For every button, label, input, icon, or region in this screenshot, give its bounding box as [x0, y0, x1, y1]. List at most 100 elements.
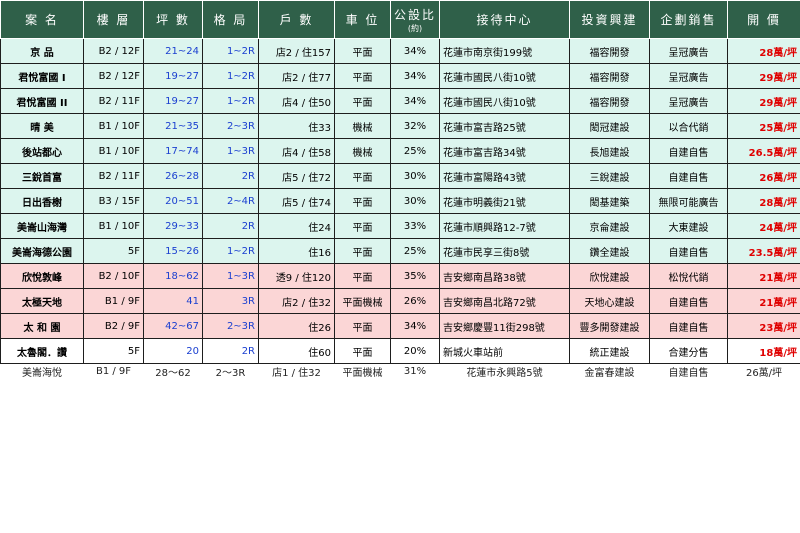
- cell-price: 26.5萬/坪: [727, 138, 800, 164]
- cell-area: 20~51: [143, 188, 203, 214]
- cell-sales: 松悅代銷: [649, 263, 728, 289]
- table-row: 太 和 園 B2 / 9F 42~67 2~3R 住26 平面 34% 吉安鄉慶豐11街298…: [0, 313, 800, 339]
- cell-area: 19~27: [143, 88, 203, 114]
- cell-floor: B3 / 15F: [83, 188, 144, 214]
- cell-ratio: 20%: [390, 338, 440, 364]
- cell-layout: 1~2R: [202, 63, 259, 89]
- cell-area: 41: [143, 288, 203, 314]
- footer-sales: 自建自售: [649, 363, 728, 379]
- cell-builder: 長旭建設: [569, 138, 650, 164]
- cell-ratio: 30%: [390, 188, 440, 214]
- cell-name: 太 和 園: [0, 313, 84, 339]
- cell-sales: 自建自售: [649, 138, 728, 164]
- cell-sales: 大東建設: [649, 213, 728, 239]
- cell-layout: 2~4R: [202, 188, 259, 214]
- cell-floor: B1 / 10F: [83, 113, 144, 139]
- cell-units: 住33: [258, 113, 335, 139]
- cell-name: 美崙海德公園: [0, 238, 84, 264]
- cell-builder: 欣悅建設: [569, 263, 650, 289]
- footer-floor: B1 / 9F: [83, 363, 144, 379]
- cell-builder: 京侖建設: [569, 213, 650, 239]
- cell-name: 後站都心: [0, 138, 84, 164]
- cell-name: 三銳首富: [0, 163, 84, 189]
- footer-price: 26萬/坪: [727, 363, 800, 379]
- table-row: 欣悅敦峰 B2 / 10F 18~62 1~3R 透9 / 住120 平面 35% 吉安鄉南昌…: [0, 263, 800, 289]
- header-price: 開 價: [727, 0, 800, 39]
- cell-parking: 平面: [334, 63, 391, 89]
- cell-name: 京 品: [0, 38, 84, 64]
- cell-sales: 無限可能廣告: [649, 188, 728, 214]
- cell-parking: 平面: [334, 263, 391, 289]
- cell-area: 18~62: [143, 263, 203, 289]
- header-name: 案 名: [0, 0, 84, 39]
- cell-address: 花蓮市民享三街8號: [439, 238, 570, 264]
- cell-address: 花蓮市國民八街10號: [439, 88, 570, 114]
- table-row: 太極天地 B1 / 9F 41 3R 店2 / 住32 平面機械 26% 吉安鄉南昌北路72號…: [0, 288, 800, 314]
- header-floor: 樓 層: [83, 0, 144, 39]
- table-row: 後站都心 B1 / 10F 17~74 1~3R 店4 / 住58 機械 25% 花蓮市富吉路…: [0, 138, 800, 164]
- footer-area: 28～62: [143, 363, 203, 379]
- cell-sales: 自建自售: [649, 288, 728, 314]
- cell-floor: B2 / 11F: [83, 88, 144, 114]
- footer-units: 店1 / 住32: [258, 363, 335, 379]
- cell-floor: B2 / 12F: [83, 63, 144, 89]
- header-row: 案 名 樓 層 坪 數 格 局 戶 數 車 位 公設比 (約) 接待中心 投資興建…: [0, 0, 800, 39]
- cell-price: 28萬/坪: [727, 188, 800, 214]
- cell-ratio: 35%: [390, 263, 440, 289]
- cell-builder: 天地心建設: [569, 288, 650, 314]
- cell-ratio: 33%: [390, 213, 440, 239]
- cell-name: 欣悅敦峰: [0, 263, 84, 289]
- cell-price: 29萬/坪: [727, 88, 800, 114]
- cell-price: 23.5萬/坪: [727, 238, 800, 264]
- cell-ratio: 34%: [390, 313, 440, 339]
- cell-parking: 平面: [334, 238, 391, 264]
- cell-floor: B2 / 10F: [83, 263, 144, 289]
- header-ratio-label: 公設比: [393, 7, 436, 22]
- cell-floor: 5F: [83, 338, 144, 364]
- footer-row: 美崙海悅 B1 / 9F 28～62 2～3R 店1 / 住32 平面機械 31…: [0, 363, 800, 379]
- cell-layout: 3R: [202, 288, 259, 314]
- cell-sales: 以合代銷: [649, 113, 728, 139]
- header-ratio-sub: (約): [407, 23, 423, 33]
- cell-units: 店4 / 住58: [258, 138, 335, 164]
- cell-units: 住60: [258, 338, 335, 364]
- table-row: 三銳首富 B2 / 11F 26~28 2R 店5 / 住72 平面 30% 花蓮市富陽路43…: [0, 163, 800, 189]
- cell-layout: 1~3R: [202, 263, 259, 289]
- cell-units: 住16: [258, 238, 335, 264]
- footer-center: 花蓮市永興路5號: [439, 363, 570, 379]
- cell-builder: 福容開發: [569, 88, 650, 114]
- cell-price: 25萬/坪: [727, 113, 800, 139]
- cell-area: 42~67: [143, 313, 203, 339]
- footer-layout: 2～3R: [202, 363, 259, 379]
- cell-floor: B2 / 9F: [83, 313, 144, 339]
- table-row: 太魯閣．讚 5F 20 2R 住60 平面 20% 新城火車站前 統正建設 合建分售 18萬/坪: [0, 338, 800, 364]
- cell-ratio: 25%: [390, 138, 440, 164]
- cell-floor: B1 / 9F: [83, 288, 144, 314]
- cell-address: 吉安鄉南昌北路72號: [439, 288, 570, 314]
- cell-layout: 2R: [202, 213, 259, 239]
- cell-sales: 自建自售: [649, 238, 728, 264]
- cell-units: 店5 / 住74: [258, 188, 335, 214]
- header-builder: 投資興建: [569, 0, 650, 39]
- cell-address: 花蓮市南京街199號: [439, 38, 570, 64]
- header-area: 坪 數: [143, 0, 203, 39]
- cell-area: 21~24: [143, 38, 203, 64]
- footer-name: 美崙海悅: [0, 363, 84, 379]
- cell-builder: 三銳建設: [569, 163, 650, 189]
- cell-price: 28萬/坪: [727, 38, 800, 64]
- cell-ratio: 34%: [390, 63, 440, 89]
- cell-sales: 呈冠廣告: [649, 38, 728, 64]
- cell-parking: 機械: [334, 113, 391, 139]
- footer-ratio: 31%: [390, 363, 440, 379]
- cell-units: 店5 / 住72: [258, 163, 335, 189]
- cell-builder: 閎基建築: [569, 188, 650, 214]
- cell-layout: 1~3R: [202, 138, 259, 164]
- cell-units: 店2 / 住77: [258, 63, 335, 89]
- header-ratio: 公設比 (約): [390, 0, 440, 39]
- cell-builder: 福容開發: [569, 63, 650, 89]
- cell-area: 29~33: [143, 213, 203, 239]
- cell-price: 26萬/坪: [727, 163, 800, 189]
- header-center: 接待中心: [439, 0, 570, 39]
- cell-floor: B1 / 10F: [83, 138, 144, 164]
- table-row: 君悅富國 I B2 / 12F 19~27 1~2R 店2 / 住77 平面 34% 花蓮市國…: [0, 63, 800, 89]
